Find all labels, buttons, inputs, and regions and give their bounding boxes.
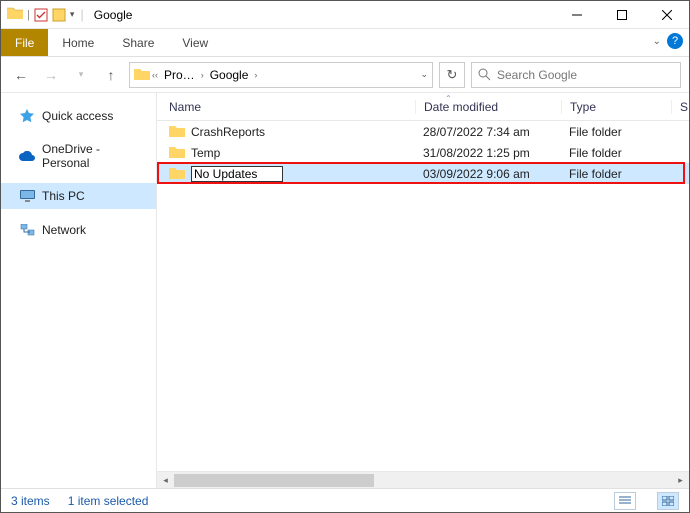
horizontal-scrollbar[interactable]: ◂ ▸: [157, 471, 689, 488]
network-icon: [19, 222, 35, 238]
search-placeholder: Search Google: [497, 68, 577, 82]
scroll-right-icon[interactable]: ▸: [672, 472, 689, 489]
column-header-type[interactable]: Type: [561, 100, 671, 114]
breadcrumb-label: Google: [210, 68, 249, 82]
column-headers: Name Date modified Type S: [157, 93, 689, 121]
maximize-button[interactable]: [599, 1, 644, 29]
folder-icon: [134, 67, 150, 83]
close-button[interactable]: [644, 1, 689, 29]
column-header-name[interactable]: Name: [157, 100, 415, 114]
file-rows: CrashReports 28/07/2022 7:34 am File fol…: [157, 121, 689, 471]
sidebar-item-this-pc[interactable]: This PC: [1, 183, 156, 209]
title-bar: | ▾ | Google: [1, 1, 689, 29]
table-row[interactable]: CrashReports 28/07/2022 7:34 am File fol…: [157, 121, 689, 142]
ribbon-expand-icon[interactable]: ⌄: [653, 36, 661, 47]
tab-share[interactable]: Share: [108, 29, 168, 56]
file-type: File folder: [561, 146, 689, 160]
up-button[interactable]: ↑: [99, 63, 123, 87]
qat-separator: |: [80, 7, 83, 22]
sidebar-item-network[interactable]: Network: [1, 217, 156, 243]
help-icon[interactable]: ?: [667, 33, 683, 49]
table-row[interactable]: Temp 31/08/2022 1:25 pm File folder: [157, 142, 689, 163]
search-icon: [478, 68, 491, 81]
address-dropdown-icon[interactable]: ⌄: [420, 69, 428, 80]
cloud-icon: [19, 148, 35, 164]
qat-separator: |: [27, 9, 30, 21]
file-date: 28/07/2022 7:34 am: [415, 125, 561, 139]
properties-qat-icon[interactable]: [34, 8, 48, 22]
minimize-button[interactable]: [554, 1, 599, 29]
column-header-more[interactable]: S: [671, 100, 689, 114]
ribbon-tabs: File Home Share View ⌄ ?: [1, 29, 689, 57]
tab-view[interactable]: View: [168, 29, 222, 56]
folder-icon: [169, 145, 185, 161]
chevron-right-icon[interactable]: ›: [254, 70, 257, 80]
file-date: 03/09/2022 9:06 am: [415, 167, 561, 181]
navigation-pane: Quick access OneDrive - Personal This PC…: [1, 93, 157, 488]
quick-access-toolbar: | ▾ |: [1, 6, 86, 24]
tab-file[interactable]: File: [1, 29, 48, 56]
chevron-right-icon[interactable]: ›: [201, 70, 204, 80]
breadcrumb-label: Pro…: [164, 68, 195, 82]
folder-icon: [7, 6, 23, 24]
table-row[interactable]: 03/09/2022 9:06 am File folder: [157, 163, 689, 184]
sidebar-item-label: Quick access: [42, 109, 113, 123]
rename-input[interactable]: [191, 166, 283, 182]
star-icon: [19, 108, 35, 124]
scrollbar-thumb[interactable]: [174, 474, 374, 487]
breadcrumb[interactable]: Pro…: [160, 68, 199, 82]
search-input[interactable]: Search Google: [471, 62, 681, 88]
scroll-left-icon[interactable]: ◂: [157, 472, 174, 489]
column-header-date[interactable]: Date modified: [415, 100, 561, 114]
folder-icon: [169, 166, 185, 182]
breadcrumb[interactable]: Google: [206, 68, 253, 82]
folder-icon: [169, 124, 185, 140]
recent-locations-icon[interactable]: ▾: [69, 63, 93, 87]
tab-home[interactable]: Home: [48, 29, 108, 56]
status-item-count: 3 items: [11, 494, 50, 508]
icons-view-button[interactable]: [657, 492, 679, 510]
back-button[interactable]: ←: [9, 63, 33, 87]
refresh-button[interactable]: ↻: [439, 62, 465, 88]
file-type: File folder: [561, 125, 689, 139]
sidebar-item-onedrive[interactable]: OneDrive - Personal: [1, 137, 156, 175]
file-date: 31/08/2022 1:25 pm: [415, 146, 561, 160]
crumb-separator-icon[interactable]: ‹‹: [152, 70, 158, 80]
explorer-window: | ▾ | Google File Home Share View ⌄ ? ← …: [0, 0, 690, 513]
navigation-bar: ← → ▾ ↑ ‹‹ Pro… › Google › ⌄ ↻ Search Go…: [1, 57, 689, 93]
sidebar-item-label: This PC: [42, 189, 85, 203]
file-name: CrashReports: [191, 125, 265, 139]
sort-ascending-icon: ⌃: [445, 94, 452, 103]
details-view-button[interactable]: [614, 492, 636, 510]
monitor-icon: [19, 188, 35, 204]
address-bar[interactable]: ‹‹ Pro… › Google › ⌄: [129, 62, 433, 88]
sidebar-item-label: Network: [42, 223, 86, 237]
qat-more-icon[interactable]: [52, 8, 66, 22]
status-selection-count: 1 item selected: [68, 494, 149, 508]
window-title: Google: [94, 8, 133, 22]
sidebar-item-quick-access[interactable]: Quick access: [1, 103, 156, 129]
status-bar: 3 items 1 item selected: [1, 488, 689, 512]
file-type: File folder: [561, 167, 689, 181]
qat-dropdown-icon[interactable]: ▾: [70, 9, 75, 20]
file-list-pane: Name Date modified Type S ⌃ CrashReports…: [157, 93, 689, 488]
forward-button[interactable]: →: [39, 63, 63, 87]
sidebar-item-label: OneDrive - Personal: [42, 142, 148, 170]
body: Quick access OneDrive - Personal This PC…: [1, 93, 689, 488]
file-name: Temp: [191, 146, 220, 160]
